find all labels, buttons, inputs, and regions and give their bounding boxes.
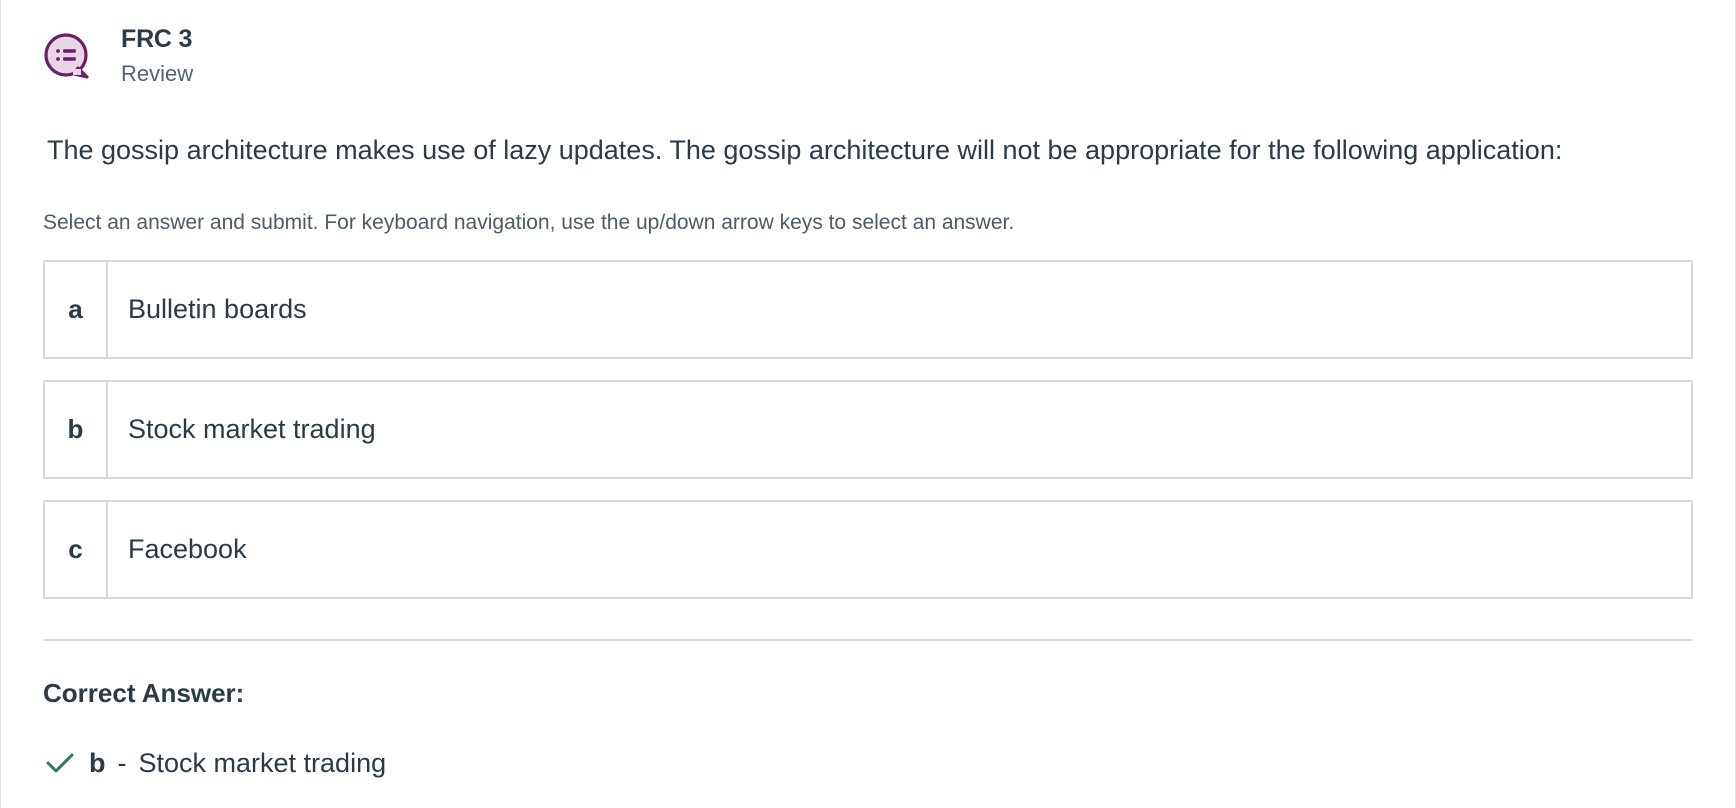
header-text: FRC 3 Review (121, 24, 193, 89)
section-divider (43, 639, 1693, 641)
list-chat-bubble-icon (44, 33, 89, 79)
quiz-panel: FRC 3 Review The gossip architecture mak… (0, 0, 1736, 808)
option-label: Facebook (128, 534, 247, 564)
correct-answer-separator: - (117, 748, 127, 778)
header: FRC 3 Review (43, 24, 193, 89)
instructions-text: Select an answer and submit. For keyboar… (43, 211, 1015, 234)
correct-answer-text: Stock market trading (138, 748, 387, 778)
answer-option-a[interactable]: a Bulletin boards (43, 260, 1693, 359)
correct-answer-letter: b (89, 748, 106, 778)
option-letter: b (45, 382, 108, 477)
answer-option-b[interactable]: b Stock market trading (43, 380, 1693, 479)
answer-option-c[interactable]: c Facebook (43, 500, 1693, 599)
option-letter: c (45, 502, 108, 597)
option-letter: a (45, 262, 108, 357)
answer-options: a Bulletin boards b Stock market trading… (43, 260, 1693, 620)
correct-answer-heading: Correct Answer: (43, 678, 245, 708)
question-text: The gossip architecture makes use of laz… (47, 135, 1563, 165)
page-title: FRC 3 (121, 25, 193, 53)
correct-answer: b - Stock market trading (45, 745, 386, 781)
checkmark-icon (46, 753, 74, 773)
option-label: Bulletin boards (128, 294, 307, 324)
option-label: Stock market trading (128, 414, 376, 444)
page-subtitle: Review (121, 61, 194, 86)
